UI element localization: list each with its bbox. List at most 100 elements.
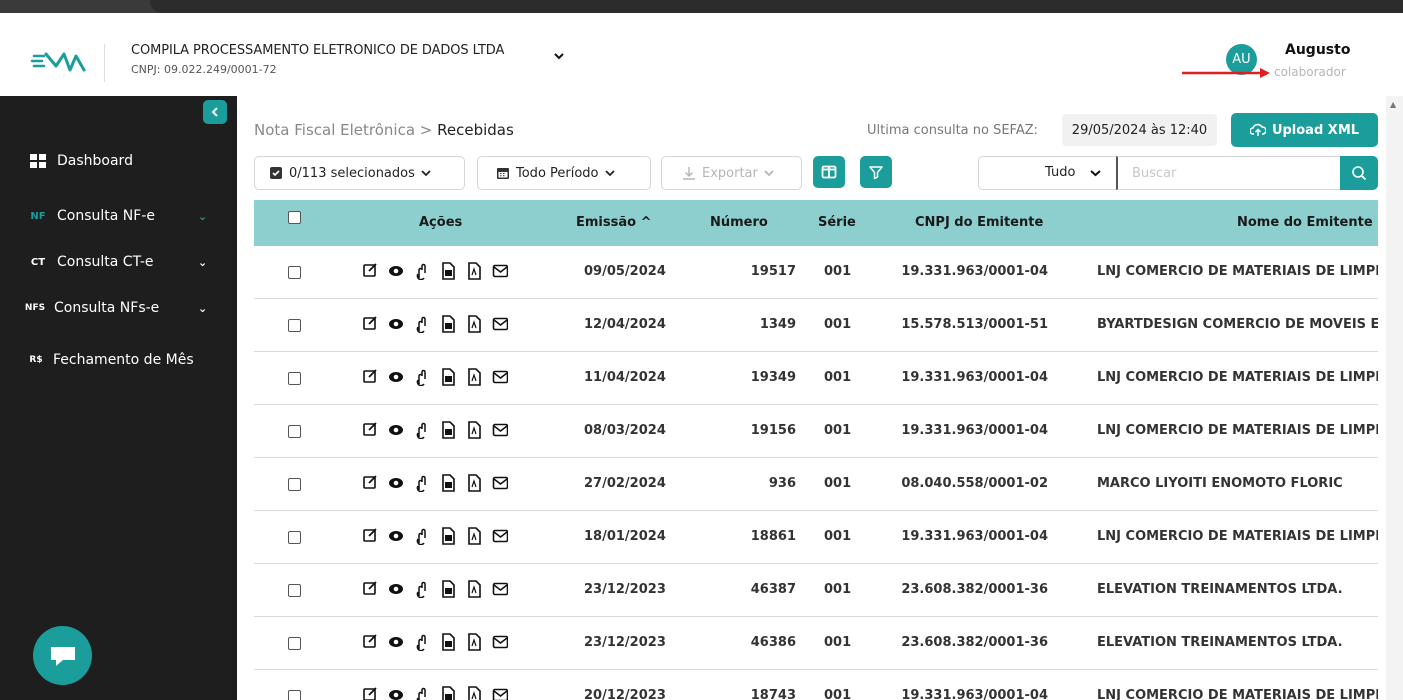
edit-icon[interactable] bbox=[362, 527, 378, 545]
table-row[interactable]: 12/04/2024 1349 001 15.578.513/0001-51 BYART… bbox=[254, 299, 1378, 352]
xml-file-icon[interactable] bbox=[440, 368, 456, 386]
email-icon[interactable] bbox=[492, 686, 508, 700]
email-icon[interactable] bbox=[492, 633, 508, 651]
table-row[interactable]: 23/12/2023 46386 001 23.608.382/0001-36 ELEV… bbox=[254, 617, 1378, 670]
edit-icon[interactable] bbox=[362, 686, 378, 700]
table-row[interactable]: 23/12/2023 46387 001 23.608.382/0001-36 ELEV… bbox=[254, 564, 1378, 617]
email-icon[interactable] bbox=[492, 474, 508, 492]
pdf-file-icon[interactable] bbox=[466, 633, 482, 651]
column-numero[interactable]: Número bbox=[710, 215, 768, 230]
email-icon[interactable] bbox=[492, 527, 508, 545]
row-checkbox[interactable] bbox=[288, 637, 301, 650]
scroll-up-arrow-icon[interactable]: ▲ bbox=[1390, 100, 1396, 109]
manifest-icon[interactable] bbox=[414, 368, 430, 386]
table-row[interactable]: 09/05/2024 19517 001 19.331.963/0001-04 LNJ … bbox=[254, 246, 1378, 299]
sidebar-collapse-button[interactable] bbox=[203, 100, 227, 124]
manifest-icon[interactable] bbox=[414, 580, 430, 598]
edit-icon[interactable] bbox=[362, 368, 378, 386]
row-actions bbox=[362, 527, 508, 545]
row-checkbox[interactable] bbox=[288, 266, 301, 279]
row-checkbox[interactable] bbox=[288, 319, 301, 332]
page-scrollbar[interactable]: ▲ bbox=[1386, 96, 1403, 700]
breadcrumb-parent[interactable]: Nota Fiscal Eletrônica > bbox=[254, 121, 437, 139]
pdf-file-icon[interactable] bbox=[466, 368, 482, 386]
user-name[interactable]: Augusto bbox=[1285, 42, 1350, 58]
view-icon[interactable] bbox=[388, 368, 404, 386]
pdf-file-icon[interactable] bbox=[466, 421, 482, 439]
table-row[interactable]: 08/03/2024 19156 001 19.331.963/0001-04 LNJ … bbox=[254, 405, 1378, 458]
edit-icon[interactable] bbox=[362, 474, 378, 492]
search-button[interactable] bbox=[1340, 156, 1378, 190]
filter-button[interactable] bbox=[860, 156, 892, 188]
view-icon[interactable] bbox=[388, 527, 404, 545]
pdf-file-icon[interactable] bbox=[466, 527, 482, 545]
column-emissao[interactable]: Emissão ^ bbox=[576, 215, 651, 230]
xml-file-icon[interactable] bbox=[440, 633, 456, 651]
view-icon[interactable] bbox=[388, 686, 404, 700]
sidebar-item-consulta-cte[interactable]: CT Consulta CT-e ⌄ bbox=[0, 247, 237, 277]
select-all-checkbox[interactable] bbox=[288, 211, 301, 224]
manifest-icon[interactable] bbox=[414, 421, 430, 439]
row-checkbox[interactable] bbox=[288, 372, 301, 385]
table-row[interactable]: 18/01/2024 18861 001 19.331.963/0001-04 LNJ … bbox=[254, 511, 1378, 564]
view-icon[interactable] bbox=[388, 474, 404, 492]
table-row[interactable]: 27/02/2024 936 001 08.040.558/0001-02 MARCO … bbox=[254, 458, 1378, 511]
view-icon[interactable] bbox=[388, 633, 404, 651]
pdf-file-icon[interactable] bbox=[466, 686, 482, 700]
view-icon[interactable] bbox=[388, 580, 404, 598]
manifest-icon[interactable] bbox=[414, 262, 430, 280]
email-icon[interactable] bbox=[492, 368, 508, 386]
view-icon[interactable] bbox=[388, 315, 404, 333]
manifest-icon[interactable] bbox=[414, 315, 430, 333]
sidebar-item-consulta-nfe[interactable]: NF Consulta NF-e ⌄ bbox=[0, 201, 237, 231]
sidebar-item-dashboard[interactable]: Dashboard bbox=[0, 146, 237, 176]
row-checkbox[interactable] bbox=[288, 584, 301, 597]
email-icon[interactable] bbox=[492, 262, 508, 280]
upload-xml-button[interactable]: Upload XML bbox=[1231, 113, 1378, 147]
view-icon[interactable] bbox=[388, 262, 404, 280]
table-row[interactable]: 20/12/2023 18743 001 19.331.963/0001-04 LNJ … bbox=[254, 670, 1378, 700]
manifest-icon[interactable] bbox=[414, 686, 430, 700]
row-checkbox[interactable] bbox=[288, 425, 301, 438]
view-icon[interactable] bbox=[388, 421, 404, 439]
xml-file-icon[interactable] bbox=[440, 421, 456, 439]
pdf-file-icon[interactable] bbox=[466, 262, 482, 280]
columns-button[interactable] bbox=[813, 156, 845, 188]
xml-file-icon[interactable] bbox=[440, 580, 456, 598]
manifest-icon[interactable] bbox=[414, 474, 430, 492]
manifest-icon[interactable] bbox=[414, 527, 430, 545]
xml-file-icon[interactable] bbox=[440, 686, 456, 700]
edit-icon[interactable] bbox=[362, 315, 378, 333]
xml-file-icon[interactable] bbox=[440, 315, 456, 333]
company-switch-chevron-icon[interactable] bbox=[553, 50, 565, 62]
period-dropdown[interactable]: Todo Período bbox=[477, 156, 651, 190]
email-icon[interactable] bbox=[492, 315, 508, 333]
xml-file-icon[interactable] bbox=[440, 474, 456, 492]
selection-dropdown[interactable]: 0/113 selecionados bbox=[254, 156, 465, 190]
edit-icon[interactable] bbox=[362, 421, 378, 439]
pdf-file-icon[interactable] bbox=[466, 474, 482, 492]
column-nome[interactable]: Nome do Emitente bbox=[1237, 215, 1373, 230]
xml-file-icon[interactable] bbox=[440, 262, 456, 280]
sidebar-item-consulta-nfse[interactable]: NFS Consulta NFs-e ⌄ bbox=[0, 293, 237, 323]
search-input[interactable] bbox=[1116, 156, 1343, 190]
chat-button[interactable] bbox=[33, 626, 92, 685]
pdf-file-icon[interactable] bbox=[466, 580, 482, 598]
manifest-icon[interactable] bbox=[414, 633, 430, 651]
row-checkbox[interactable] bbox=[288, 478, 301, 491]
edit-icon[interactable] bbox=[362, 633, 378, 651]
email-icon[interactable] bbox=[492, 580, 508, 598]
export-dropdown[interactable]: Exportar bbox=[661, 156, 802, 190]
edit-icon[interactable] bbox=[362, 262, 378, 280]
column-cnpj[interactable]: CNPJ do Emitente bbox=[915, 215, 1043, 230]
xml-file-icon[interactable] bbox=[440, 527, 456, 545]
email-icon[interactable] bbox=[492, 421, 508, 439]
search-scope-select[interactable]: Tudo bbox=[978, 156, 1117, 190]
table-row[interactable]: 11/04/2024 19349 001 19.331.963/0001-04 LNJ … bbox=[254, 352, 1378, 405]
row-checkbox[interactable] bbox=[288, 531, 301, 544]
row-checkbox[interactable] bbox=[288, 690, 301, 700]
sidebar-item-fechamento[interactable]: R$ Fechamento de Mês bbox=[0, 345, 237, 375]
column-serie[interactable]: Série bbox=[818, 215, 856, 230]
pdf-file-icon[interactable] bbox=[466, 315, 482, 333]
edit-icon[interactable] bbox=[362, 580, 378, 598]
